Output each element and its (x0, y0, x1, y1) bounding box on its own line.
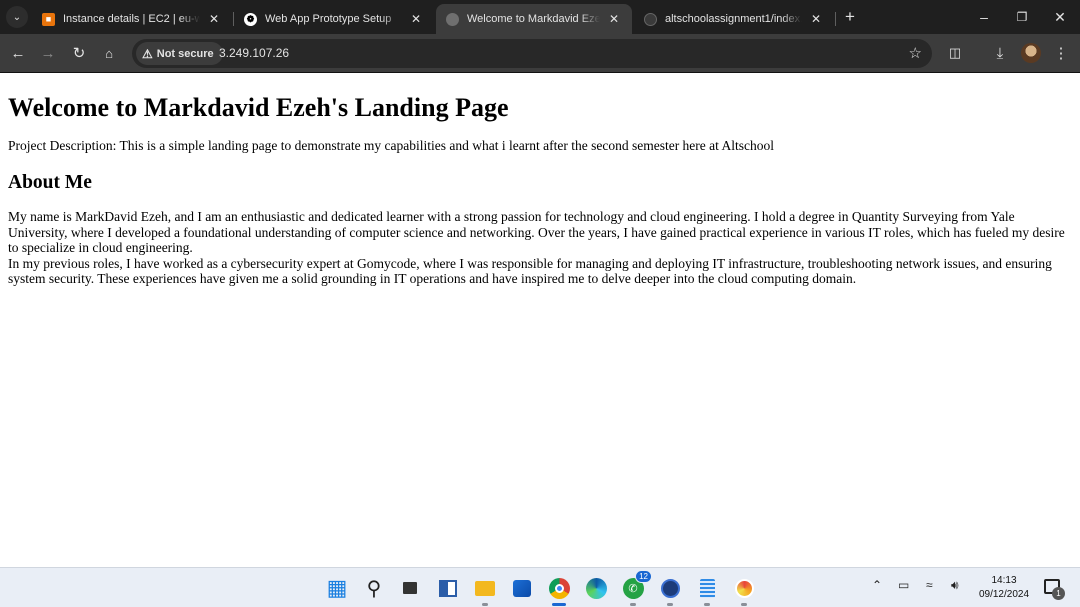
site-info-button[interactable]: ⚠ Not secure (136, 42, 223, 65)
search-icon[interactable]: ⚲ (361, 575, 387, 601)
close-tab-icon[interactable]: ✕ (606, 11, 622, 27)
tab-divider (835, 12, 836, 26)
extensions-icon[interactable]: ◫ (944, 42, 966, 64)
volume-icon[interactable]: 🔊︎ (951, 578, 959, 593)
download-icon[interactable]: ⤓ (989, 42, 1011, 64)
file-explorer-icon[interactable] (472, 575, 498, 606)
about-paragraph-2: In my previous roles, I have worked as a… (8, 255, 1052, 287)
profile-avatar[interactable] (1021, 43, 1041, 63)
about-paragraph-1: My name is MarkDavid Ezeh, and I am an e… (8, 209, 1065, 256)
edge-icon[interactable] (583, 575, 609, 601)
tab-web-app-prototype[interactable]: ❁ Web App Prototype Setup ✕ (234, 4, 434, 34)
chrome-icon[interactable] (546, 575, 572, 606)
chatgpt-icon: ❁ (244, 12, 257, 26)
page-title: Welcome to Markdavid Ezeh's Landing Page (8, 93, 509, 122)
url-text[interactable]: 3.249.107.26 (219, 46, 289, 60)
back-arrow-icon[interactable]: ← (7, 42, 29, 64)
github-icon (644, 12, 657, 26)
task-view-icon[interactable] (397, 575, 423, 601)
tab-github-index[interactable]: altschoolassignment1/index.htm ✕ (634, 4, 834, 34)
tab-landing-page[interactable]: Welcome to Markdavid Ezeh's La ✕ (436, 4, 632, 34)
bookmark-star-icon[interactable]: ☆ (909, 44, 922, 62)
notepad-icon[interactable] (694, 575, 720, 606)
tab-ec2-instance[interactable]: ■ Instance details | EC2 | eu-west ✕ (32, 4, 232, 34)
notification-count-badge: 1 (1052, 587, 1065, 600)
battery-icon[interactable]: ▭ (898, 578, 909, 592)
new-tab-icon[interactable]: + (840, 7, 860, 27)
globe-icon (446, 12, 459, 26)
windows-start-icon[interactable]: ▦ (324, 575, 350, 601)
reload-icon[interactable]: ↻ (68, 42, 90, 64)
about-heading: About Me (8, 172, 92, 193)
terminal-app-icon[interactable] (657, 575, 683, 606)
whatsapp-icon[interactable]: ✆ 12 (620, 570, 652, 606)
paint-icon[interactable] (731, 575, 757, 606)
forward-arrow-icon[interactable]: → (37, 42, 59, 64)
windows-taskbar: ▦ ⚲ ✆ 12 ⌃ ▭ ≈ 🔊︎ 14:13 09/12/2024 1 (0, 567, 1080, 607)
home-icon[interactable]: ⌂ (98, 42, 120, 64)
about-text: My name is MarkDavid Ezeh, and I am an e… (8, 209, 1074, 287)
tab-title: altschoolassignment1/index.htm (665, 13, 802, 25)
menu-kebab-icon[interactable]: ⋮ (1050, 42, 1072, 64)
project-description: Project Description: This is a simple la… (8, 138, 775, 153)
close-tab-icon[interactable]: ✕ (408, 11, 424, 27)
close-window-icon[interactable]: ✕ (1041, 0, 1079, 34)
wifi-icon[interactable]: ≈ (926, 578, 933, 592)
warning-icon: ⚠ (142, 46, 153, 61)
browser-toolbar: ← → ↻ ⌂ ⚠ Not secure 3.249.107.26 ☆ ◫ ⤓ … (0, 34, 1080, 73)
tab-search-chevron-icon[interactable]: ⌄ (6, 6, 28, 28)
address-bar[interactable]: ⚠ Not secure 3.249.107.26 ☆ (132, 39, 932, 68)
widgets-icon[interactable] (435, 575, 461, 601)
show-hidden-icons-chevron-icon[interactable]: ⌃ (872, 578, 882, 592)
restore-icon[interactable]: ❐ (1003, 0, 1041, 34)
close-tab-icon[interactable]: ✕ (206, 11, 222, 27)
aws-icon: ■ (42, 12, 55, 26)
tab-title: Welcome to Markdavid Ezeh's La (467, 13, 600, 25)
minimize-icon[interactable]: – (965, 0, 1003, 34)
whatsapp-badge: 12 (635, 570, 652, 583)
microsoft-store-icon[interactable] (509, 575, 535, 601)
tab-strip: ⌄ ■ Instance details | EC2 | eu-west ✕ ❁… (0, 0, 1080, 34)
webpage-content: Welcome to Markdavid Ezeh's Landing Page… (0, 74, 1080, 567)
security-label: Not secure (156, 47, 214, 60)
tab-title: Instance details | EC2 | eu-west (63, 13, 200, 25)
clock-date: 09/12/2024 (978, 589, 1030, 600)
clock-time: 14:13 (991, 575, 1017, 586)
system-clock[interactable]: 14:13 09/12/2024 (970, 574, 1038, 602)
tab-title: Web App Prototype Setup (265, 13, 392, 25)
close-tab-icon[interactable]: ✕ (808, 11, 824, 27)
